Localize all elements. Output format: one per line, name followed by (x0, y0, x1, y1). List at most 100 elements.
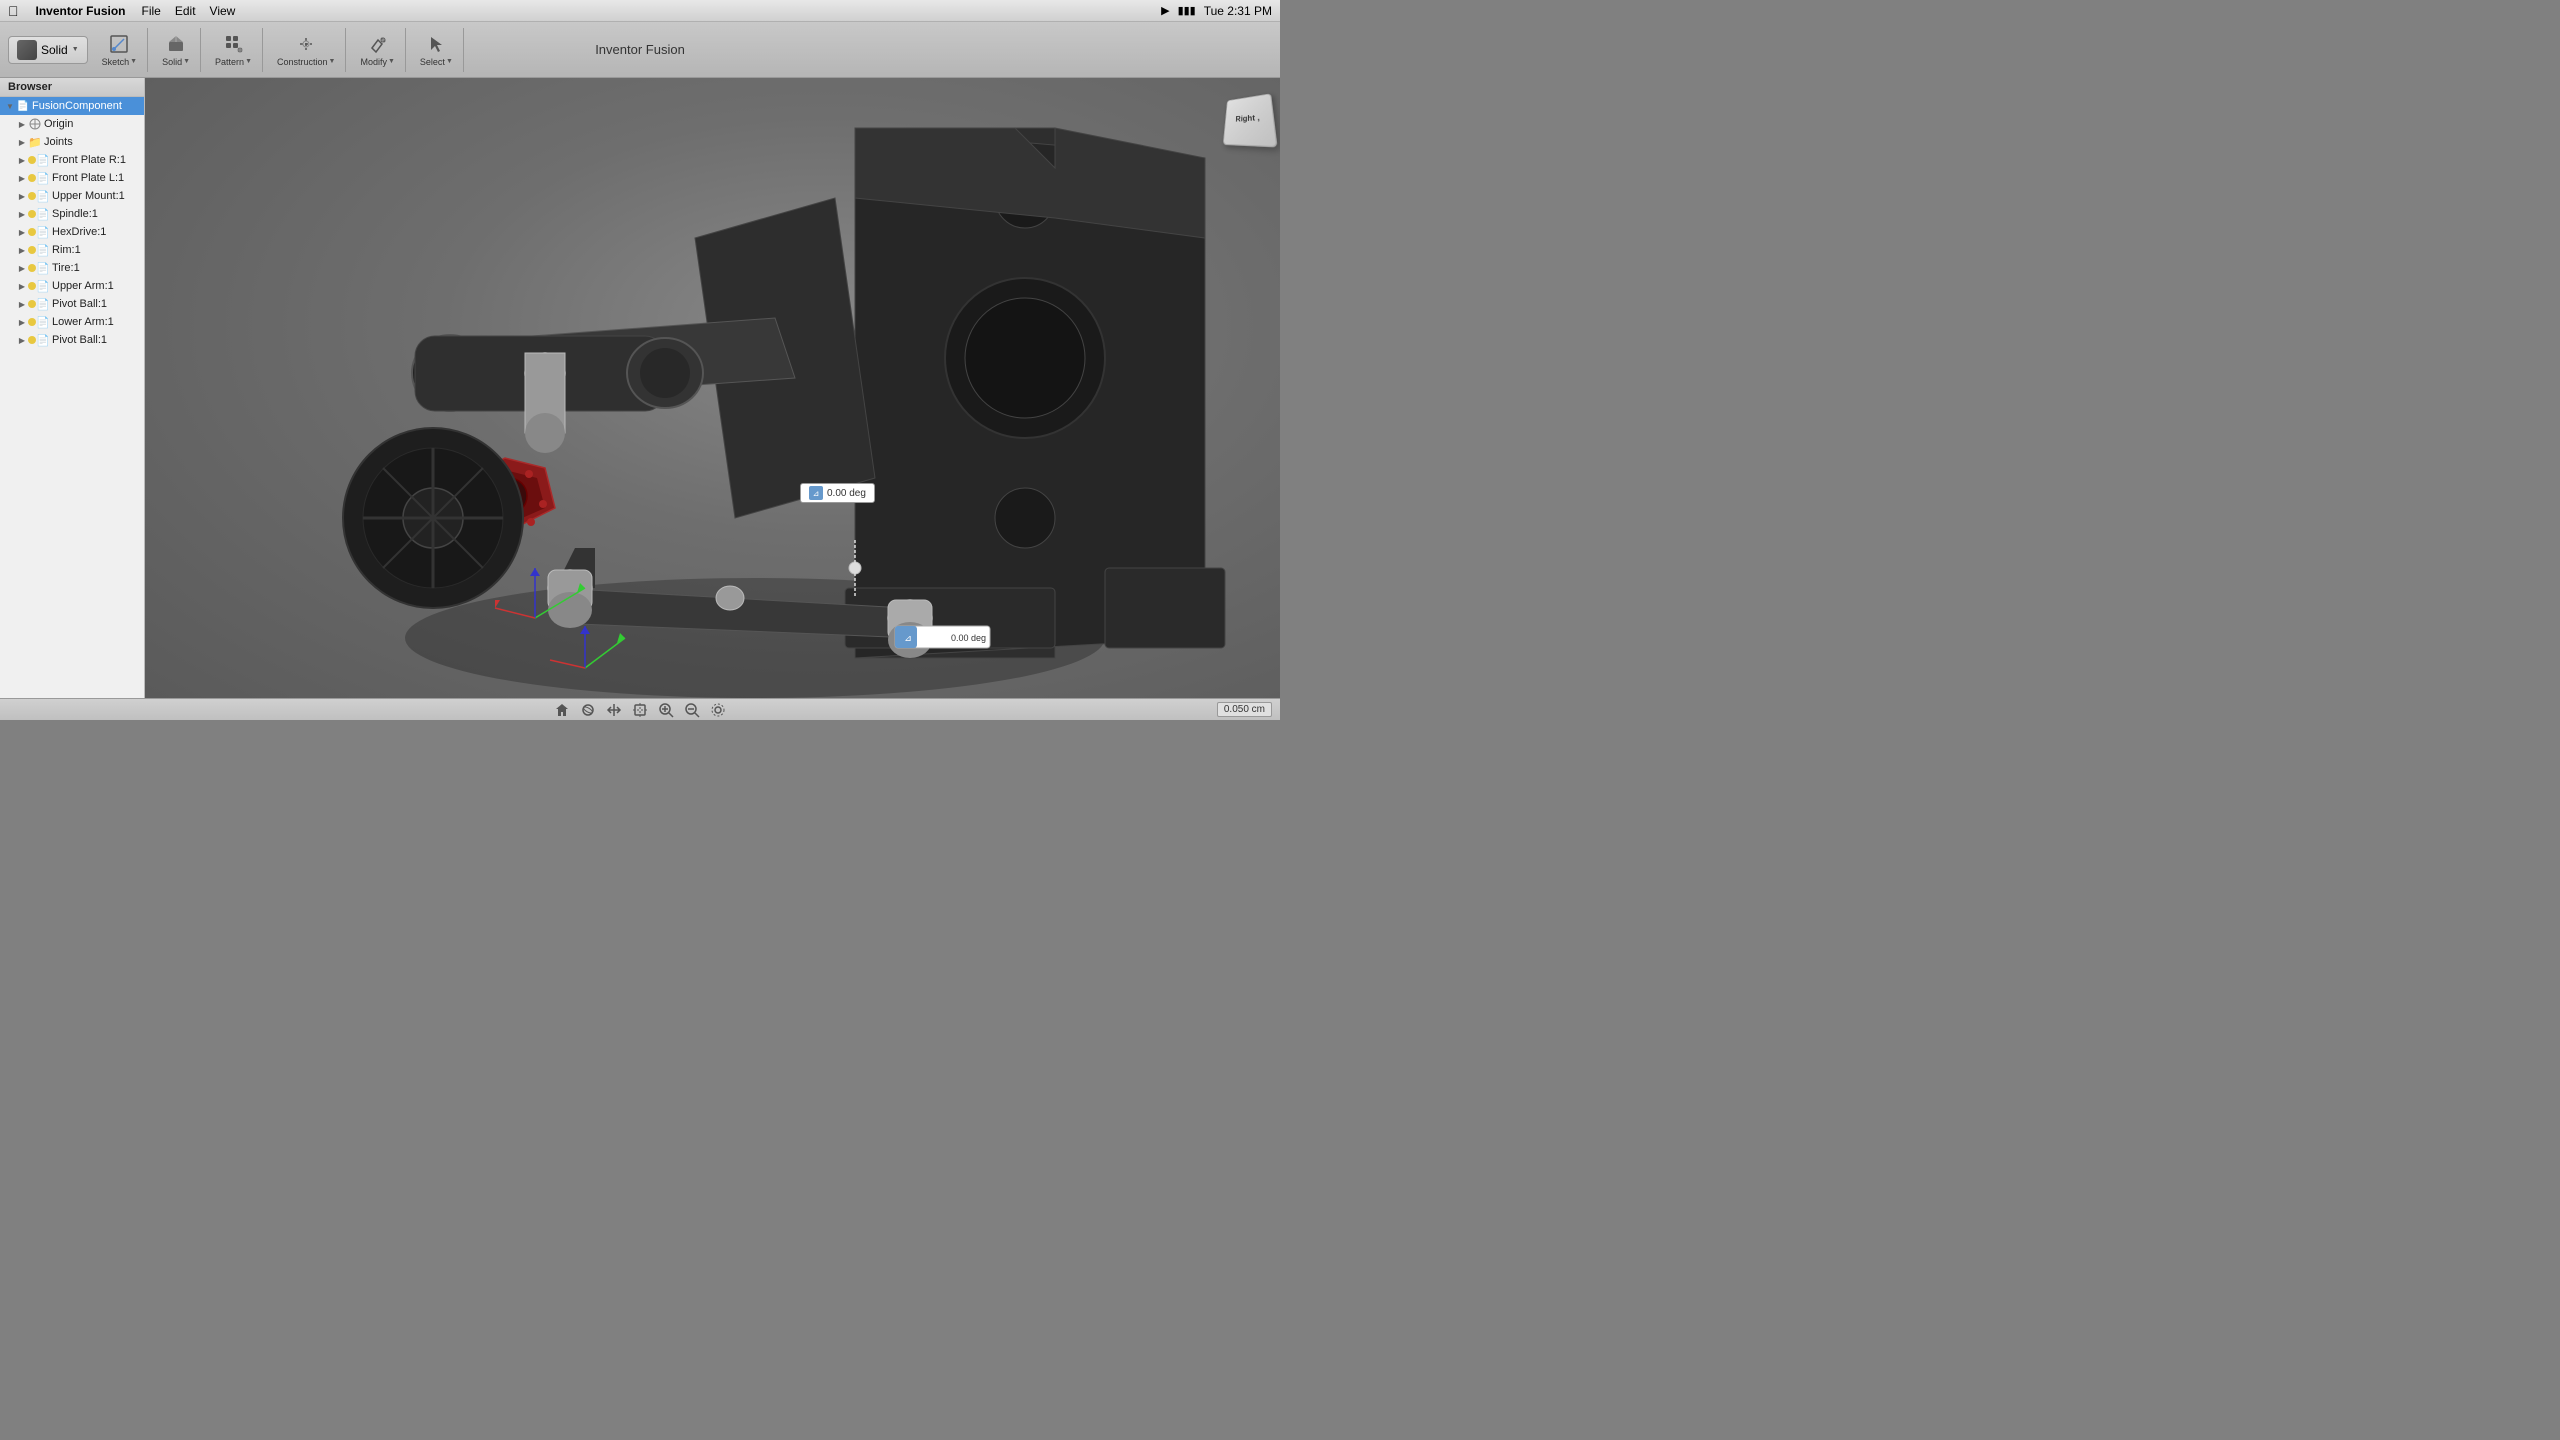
solid-dropdown[interactable]: Solid ▼ (8, 36, 88, 64)
fpr-icon: 📄 (36, 153, 50, 167)
rim-vis-dot (28, 246, 36, 254)
sketch-btn[interactable]: Sketch ▼ (96, 30, 143, 70)
browser-item-upper-mount[interactable]: ▶ 📄 Upper Mount:1 (0, 187, 144, 205)
sp-icon: 📄 (36, 207, 50, 221)
nav-pan-btn[interactable] (605, 701, 623, 719)
tire-icon: 📄 (36, 261, 50, 275)
wifi-icon: ▶ (1161, 4, 1169, 17)
sketch-group: Sketch ▼ (92, 28, 148, 72)
joints-label: Joints (44, 136, 73, 148)
construction-label: Construction ▼ (277, 57, 335, 67)
modify-btn[interactable]: Modify ▼ (354, 30, 400, 70)
fpl-expand[interactable]: ▶ (16, 172, 28, 184)
browser-header: Browser (0, 78, 144, 97)
construction-btn[interactable]: Construction ▼ (271, 30, 341, 70)
root-expand[interactable]: ▼ (4, 100, 16, 112)
fpr-expand[interactable]: ▶ (16, 154, 28, 166)
hd-icon: 📄 (36, 225, 50, 239)
fpr-vis-dot (28, 156, 36, 164)
tire-expand[interactable]: ▶ (16, 262, 28, 274)
system-time: Tue 2:31 PM (1204, 4, 1272, 18)
solid-tools-group: Solid ▼ (152, 28, 201, 72)
select-icon (425, 33, 447, 55)
hd-label: HexDrive:1 (52, 226, 106, 238)
select-group: Select ▼ (410, 28, 464, 72)
nav-zoom-in-btn[interactable] (657, 701, 675, 719)
menu-edit[interactable]: Edit (168, 0, 203, 21)
joints-expand[interactable]: ▶ (16, 136, 28, 148)
menu-file[interactable]: File (135, 0, 168, 21)
tire-vis-dot (28, 264, 36, 272)
ua-expand[interactable]: ▶ (16, 280, 28, 292)
extrude-btn[interactable]: Solid ▼ (156, 30, 196, 70)
menu-right-icons: ▶ ▮▮▮ Tue 2:31 PM (1161, 4, 1272, 18)
fpr-label: Front Plate R:1 (52, 154, 126, 166)
browser-item-joints[interactable]: ▶ 📁 Joints (0, 133, 144, 151)
sp-vis-dot (28, 210, 36, 218)
origin-vis-icon (28, 117, 42, 131)
la-label: Lower Arm:1 (52, 316, 114, 328)
measurement-display: 0.050 cm (1217, 702, 1272, 717)
pba-label: Pivot Ball:1 (52, 298, 107, 310)
select-btn[interactable]: Select ▼ (414, 30, 459, 70)
rim-icon: 📄 (36, 243, 50, 257)
browser-item-pivot-ball-a[interactable]: ▶ 📄 Pivot Ball:1 (0, 295, 144, 313)
la-expand[interactable]: ▶ (16, 316, 28, 328)
ua-label: Upper Arm:1 (52, 280, 114, 292)
pattern-group: Pattern ▼ (205, 28, 263, 72)
construction-group: Construction ▼ (267, 28, 346, 72)
um-vis-dot (28, 192, 36, 200)
pba-expand[interactable]: ▶ (16, 298, 28, 310)
nav-settings-btn[interactable] (709, 701, 727, 719)
measurement-value: 0.050 cm (1224, 704, 1265, 715)
browser-item-spindle[interactable]: ▶ 📄 Spindle:1 (0, 205, 144, 223)
pbb-vis-dot (28, 336, 36, 344)
pba-vis-dot (28, 300, 36, 308)
modify-label: Modify ▼ (360, 57, 394, 67)
nav-zoom-out-btn[interactable] (683, 701, 701, 719)
browser-root[interactable]: ▼ 📄 FusionComponent (0, 97, 144, 115)
dimension-tooltip[interactable]: ⊿ 0.00 deg (800, 483, 875, 503)
menu-view[interactable]: View (203, 0, 243, 21)
app-title: Inventor Fusion (595, 42, 685, 57)
nav-orbit-btn[interactable] (579, 701, 597, 719)
browser-item-front-plate-l[interactable]: ▶ 📄 Front Plate L:1 (0, 169, 144, 187)
pbb-expand[interactable]: ▶ (16, 334, 28, 346)
joints-folder-icon: 📁 (28, 135, 42, 149)
dim-value: 0.00 deg (827, 488, 866, 499)
browser-item-origin[interactable]: ▶ Origin (0, 115, 144, 133)
pbb-icon: 📄 (36, 333, 50, 347)
extrude-icon (165, 33, 187, 55)
pattern-btn[interactable]: Pattern ▼ (209, 30, 258, 70)
viewport[interactable]: ⊿ 0.00 deg (145, 78, 1280, 698)
viewcube-face[interactable]: Right , (1223, 93, 1278, 147)
bottombar: 0.050 cm (0, 698, 1280, 720)
ua-icon: 📄 (36, 279, 50, 293)
hd-vis-dot (28, 228, 36, 236)
sp-expand[interactable]: ▶ (16, 208, 28, 220)
rim-expand[interactable]: ▶ (16, 244, 28, 256)
browser-item-pivot-ball-b[interactable]: ▶ 📄 Pivot Ball:1 (0, 331, 144, 349)
modify-group: Modify ▼ (350, 28, 405, 72)
browser-item-tire[interactable]: ▶ 📄 Tire:1 (0, 259, 144, 277)
um-icon: 📄 (36, 189, 50, 203)
nav-zoom-fit-btn[interactable] (631, 701, 649, 719)
hd-expand[interactable]: ▶ (16, 226, 28, 238)
menu-app-name[interactable]: Inventor Fusion (29, 0, 133, 21)
sketch-icon (108, 33, 130, 55)
browser-item-front-plate-r[interactable]: ▶ 📄 Front Plate R:1 (0, 151, 144, 169)
apple-menu[interactable]:  (8, 3, 19, 19)
la-vis-dot (28, 318, 36, 326)
browser-item-lower-arm[interactable]: ▶ 📄 Lower Arm:1 (0, 313, 144, 331)
la-icon: 📄 (36, 315, 50, 329)
browser-item-hexdrive[interactable]: ▶ 📄 HexDrive:1 (0, 223, 144, 241)
browser-item-rim[interactable]: ▶ 📄 Rim:1 (0, 241, 144, 259)
um-label: Upper Mount:1 (52, 190, 125, 202)
um-expand[interactable]: ▶ (16, 190, 28, 202)
browser-item-upper-arm[interactable]: ▶ 📄 Upper Arm:1 (0, 277, 144, 295)
nav-home-btn[interactable] (553, 701, 571, 719)
main-area: Browser ▼ 📄 FusionComponent ▶ Origin ▶ 📁… (0, 78, 1280, 698)
svg-text:⊿: ⊿ (904, 633, 912, 643)
viewcube[interactable]: Right , (1222, 94, 1272, 144)
origin-expand[interactable]: ▶ (16, 118, 28, 130)
